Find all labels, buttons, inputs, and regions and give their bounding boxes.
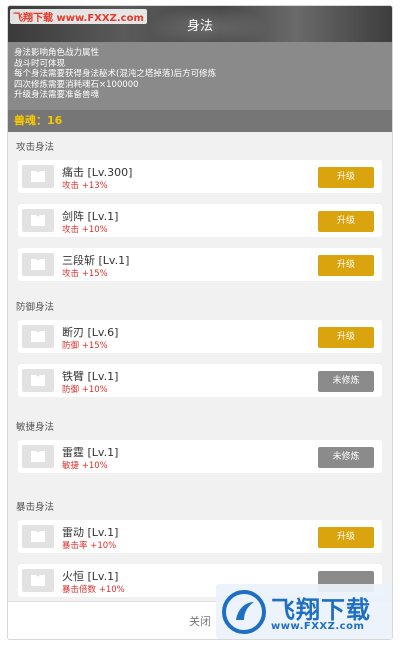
info-line: 战斗时可体现 bbox=[14, 58, 66, 69]
skill-stat: 敏捷 +10% bbox=[62, 461, 108, 471]
skill-book-icon bbox=[22, 445, 54, 468]
skill-card: 剑阵 [Lv.1] 攻击 +10% 升级 bbox=[18, 204, 382, 237]
upgrade-button[interactable]: 升级 bbox=[318, 327, 374, 348]
watermark-logo: 飞翔下载 www.FXXZ.com bbox=[216, 584, 392, 639]
skill-name: 火恒 [Lv.1] bbox=[62, 570, 119, 583]
skill-stat: 暴击倍数 +10% bbox=[62, 585, 125, 595]
skill-book-icon bbox=[22, 209, 54, 232]
not-trained-button[interactable]: 未修炼 bbox=[318, 371, 374, 392]
skill-card: 痛击 [Lv.300] 攻击 +13% 升级 bbox=[18, 160, 382, 193]
skill-book-icon bbox=[22, 569, 54, 592]
watermark-url: www.FXXZ.com bbox=[271, 621, 365, 632]
skill-name: 三段斩 [Lv.1] bbox=[62, 254, 130, 267]
skill-book-icon bbox=[22, 253, 54, 276]
skill-stat: 攻击 +15% bbox=[62, 269, 108, 279]
skill-dialog: 身法 飞翔下载 www.FXXZ.com 身法影响角色战力属性 战斗时可体现 每… bbox=[8, 6, 392, 639]
skill-name: 铁臂 [Lv.1] bbox=[62, 370, 119, 383]
info-line: 四次修炼需要消耗魂石×100000 bbox=[14, 79, 139, 90]
upgrade-button[interactable]: 升级 bbox=[318, 255, 374, 276]
skill-book-icon bbox=[22, 369, 54, 392]
skill-card: 三段斩 [Lv.1] 攻击 +15% 升级 bbox=[18, 248, 382, 281]
skill-card: 雷霆 [Lv.1] 敏捷 +10% 未修炼 bbox=[18, 440, 382, 473]
skill-stat: 攻击 +13% bbox=[62, 181, 108, 191]
skill-name: 雷动 [Lv.1] bbox=[62, 526, 119, 539]
skill-book-icon bbox=[22, 165, 54, 188]
skill-book-icon bbox=[22, 525, 54, 548]
info-line: 身法影响角色战力属性 bbox=[14, 48, 100, 58]
upgrade-button[interactable]: 升级 bbox=[318, 211, 374, 232]
fxxz-logo-icon bbox=[222, 590, 266, 634]
info-line: 升级身法需要准备兽魂 bbox=[14, 90, 100, 101]
section-title: 敏捷身法 bbox=[16, 422, 55, 433]
info-line: 每个身法需要获得身法秘术(混沌之塔掉落)后方可修炼 bbox=[14, 69, 217, 80]
skill-stat: 攻击 +10% bbox=[62, 225, 108, 235]
skill-book-icon bbox=[22, 325, 54, 348]
not-trained-button[interactable]: 未修炼 bbox=[318, 447, 374, 468]
skill-card: 断刃 [Lv.6] 防御 +15% 升级 bbox=[18, 320, 382, 353]
skill-name: 剑阵 [Lv.1] bbox=[62, 210, 119, 223]
skill-stat: 防御 +15% bbox=[62, 341, 108, 351]
skill-name: 断刃 [Lv.6] bbox=[62, 326, 119, 339]
section-title: 暴击身法 bbox=[16, 502, 55, 513]
info-panel: 身法影响角色战力属性 战斗时可体现 每个身法需要获得身法秘术(混沌之塔掉落)后方… bbox=[8, 42, 392, 114]
section-title: 攻击身法 bbox=[16, 142, 55, 153]
skill-card: 雷动 [Lv.1] 暴击率 +10% 升级 bbox=[18, 520, 382, 553]
skill-card: 铁臂 [Lv.1] 防御 +10% 未修炼 bbox=[18, 364, 382, 397]
watermark-top: 飞翔下载 www.FXXZ.com bbox=[10, 9, 147, 24]
skill-name: 雷霆 [Lv.1] bbox=[62, 446, 119, 459]
upgrade-button[interactable]: 升级 bbox=[318, 167, 374, 188]
watermark-brand: 飞翔下载 bbox=[271, 596, 371, 624]
dialog-header: 身法 飞翔下载 www.FXXZ.com bbox=[8, 6, 392, 42]
upgrade-button[interactable]: 升级 bbox=[318, 527, 374, 548]
skill-name: 痛击 [Lv.300] bbox=[62, 166, 133, 179]
skill-stat: 暴击率 +10% bbox=[62, 541, 117, 551]
section-title: 防御身法 bbox=[16, 302, 55, 313]
beast-soul-count: 兽魂：16 bbox=[8, 110, 392, 132]
skill-stat: 防御 +10% bbox=[62, 385, 108, 395]
